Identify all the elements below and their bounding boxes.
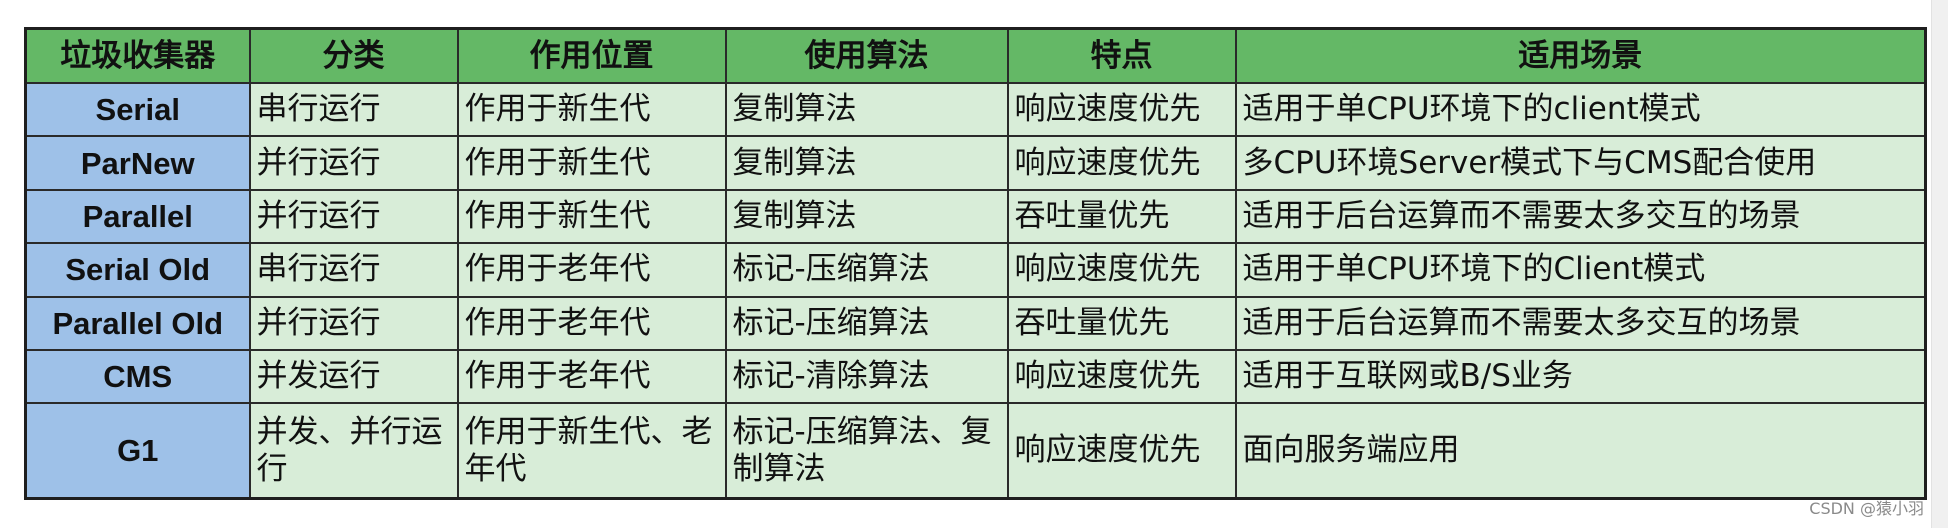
header-position: 作用位置	[456, 27, 727, 84]
position-cell: 作用于新生代、老年代	[456, 402, 727, 500]
position-cell: 作用于新生代	[456, 81, 727, 138]
position-cell: 作用于老年代	[456, 295, 727, 352]
algorithm-cell: 复制算法	[724, 188, 1009, 245]
category-cell: 并行运行	[248, 295, 459, 352]
category-cell: 串行运行	[248, 242, 459, 298]
feature-cell: 响应速度优先	[1006, 402, 1237, 500]
algorithm-cell: 标记-压缩算法	[724, 295, 1009, 352]
feature-cell: 响应速度优先	[1006, 242, 1237, 298]
algorithm-cell: 标记-压缩算法、复制算法	[724, 402, 1009, 500]
feature-cell: 响应速度优先	[1006, 135, 1237, 191]
screenshot-frame: 垃圾收集器 分类 作用位置 使用算法 特点 适用场景 Serial 串行运行 作…	[0, 0, 1948, 528]
algorithm-cell: 复制算法	[724, 135, 1009, 191]
category-cell: 并行运行	[248, 188, 459, 245]
window-edge	[1931, 0, 1948, 528]
scenario-cell: 适用于后台运算而不需要太多交互的场景	[1234, 295, 1927, 352]
collector-name: Parallel Old	[24, 295, 251, 352]
table-row: Parallel Old 并行运行 作用于老年代 标记-压缩算法 吞吐量优先 适…	[24, 295, 1927, 352]
header-algorithm: 使用算法	[724, 27, 1009, 84]
table-row: CMS 并发运行 作用于老年代 标记-清除算法 响应速度优先 适用于互联网或B/…	[24, 349, 1927, 405]
position-cell: 作用于老年代	[456, 349, 727, 405]
feature-cell: 吞吐量优先	[1006, 295, 1237, 352]
collector-name: Serial Old	[24, 242, 251, 298]
header-feature: 特点	[1006, 27, 1237, 84]
collector-name: CMS	[24, 349, 251, 405]
table-row: Serial Old 串行运行 作用于老年代 标记-压缩算法 响应速度优先 适用…	[24, 242, 1927, 298]
position-cell: 作用于老年代	[456, 242, 727, 298]
category-cell: 并发、并行运行	[248, 402, 459, 500]
collector-name: ParNew	[24, 135, 251, 191]
algorithm-cell: 标记-清除算法	[724, 349, 1009, 405]
scenario-cell: 适用于单CPU环境下的Client模式	[1234, 242, 1927, 298]
algorithm-cell: 复制算法	[724, 81, 1009, 138]
scenario-cell: 适用于后台运算而不需要太多交互的场景	[1234, 188, 1927, 245]
scenario-cell: 面向服务端应用	[1234, 402, 1927, 500]
scenario-cell: 适用于单CPU环境下的client模式	[1234, 81, 1927, 138]
scenario-cell: 适用于互联网或B/S业务	[1234, 349, 1927, 405]
table-header-row: 垃圾收集器 分类 作用位置 使用算法 特点 适用场景	[24, 27, 1927, 84]
algorithm-cell: 标记-压缩算法	[724, 242, 1009, 298]
feature-cell: 响应速度优先	[1006, 349, 1237, 405]
table-row: G1 并发、并行运行 作用于新生代、老年代 标记-压缩算法、复制算法 响应速度优…	[24, 402, 1927, 500]
feature-cell: 响应速度优先	[1006, 81, 1237, 138]
feature-cell: 吞吐量优先	[1006, 188, 1237, 245]
watermark-text: CSDN @猿小羽	[1809, 499, 1924, 518]
table-row: Serial 串行运行 作用于新生代 复制算法 响应速度优先 适用于单CPU环境…	[24, 81, 1927, 138]
header-collector: 垃圾收集器	[24, 27, 251, 84]
collector-name: Serial	[24, 81, 251, 138]
position-cell: 作用于新生代	[456, 135, 727, 191]
collector-name: G1	[24, 402, 251, 500]
header-scenario: 适用场景	[1234, 27, 1927, 84]
category-cell: 串行运行	[248, 81, 459, 138]
table-row: Parallel 并行运行 作用于新生代 复制算法 吞吐量优先 适用于后台运算而…	[24, 188, 1927, 245]
position-cell: 作用于新生代	[456, 188, 727, 245]
scenario-cell: 多CPU环境Server模式下与CMS配合使用	[1234, 135, 1927, 191]
table-row: ParNew 并行运行 作用于新生代 复制算法 响应速度优先 多CPU环境Ser…	[24, 135, 1927, 191]
collector-name: Parallel	[24, 188, 251, 245]
gc-collectors-table: 垃圾收集器 分类 作用位置 使用算法 特点 适用场景 Serial 串行运行 作…	[24, 27, 1927, 500]
category-cell: 并行运行	[248, 135, 459, 191]
header-category: 分类	[248, 27, 459, 84]
category-cell: 并发运行	[248, 349, 459, 405]
